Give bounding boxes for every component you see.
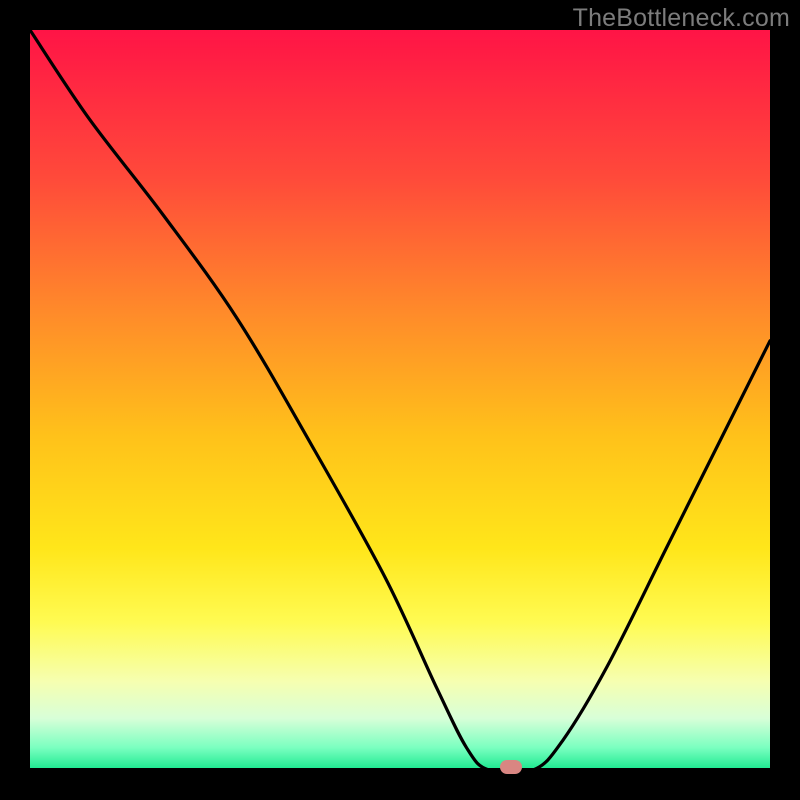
watermark-text: TheBottleneck.com	[573, 4, 790, 33]
plot-area	[30, 30, 770, 770]
bottleneck-curve	[30, 30, 770, 770]
chart-root: TheBottleneck.com	[0, 0, 800, 800]
optimal-point-marker	[500, 760, 522, 774]
